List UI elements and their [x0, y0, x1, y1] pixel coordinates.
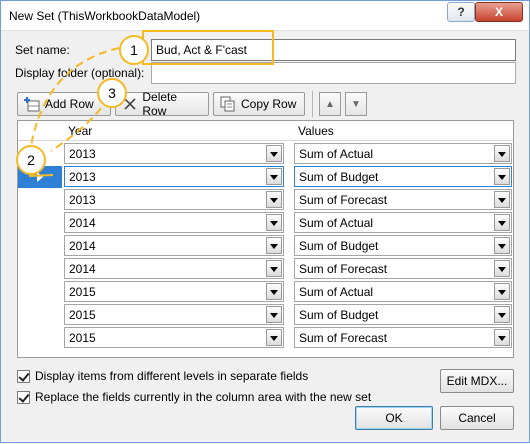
values-combo[interactable]: Sum of Actual	[294, 281, 512, 302]
values-combo[interactable]: Sum of Budget	[294, 166, 512, 187]
title-bar: New Set (ThisWorkbookDataModel) ? X	[1, 1, 529, 31]
values-combo[interactable]: Sum of Forecast	[294, 327, 512, 348]
ok-button[interactable]: OK	[355, 406, 433, 430]
year-combo[interactable]: 2015	[64, 327, 284, 348]
values-combo-value: Sum of Budget	[299, 170, 379, 184]
dropdown-arrow-icon[interactable]	[494, 306, 510, 323]
dropdown-arrow-icon[interactable]	[494, 214, 510, 231]
year-combo-value: 2013	[69, 170, 96, 184]
year-combo-value: 2015	[69, 308, 96, 322]
window-title: New Set (ThisWorkbookDataModel)	[9, 9, 201, 23]
row-selector[interactable]	[18, 327, 62, 349]
dropdown-arrow-icon[interactable]	[494, 329, 510, 346]
row-selector[interactable]	[18, 212, 62, 234]
current-row-indicator-icon	[37, 172, 43, 182]
dropdown-arrow-icon[interactable]	[266, 214, 282, 231]
dropdown-arrow-icon[interactable]	[266, 145, 282, 162]
row-selector[interactable]	[18, 304, 62, 326]
cancel-button[interactable]: Cancel	[440, 406, 514, 430]
close-button[interactable]: X	[475, 2, 523, 22]
dropdown-arrow-icon[interactable]	[494, 145, 510, 162]
dropdown-arrow-icon[interactable]	[266, 329, 282, 346]
values-combo-value: Sum of Budget	[299, 308, 379, 322]
year-combo[interactable]: 2014	[64, 235, 284, 256]
down-arrow-icon: ▼	[351, 98, 361, 110]
display-folder-input[interactable]	[151, 62, 516, 84]
dropdown-arrow-icon[interactable]	[494, 260, 510, 277]
dropdown-arrow-icon[interactable]	[266, 191, 282, 208]
values-combo[interactable]: Sum of Budget	[294, 304, 512, 325]
move-down-button[interactable]: ▼	[345, 92, 367, 116]
year-combo[interactable]: 2013	[64, 166, 284, 187]
values-combo[interactable]: Sum of Forecast	[294, 258, 512, 279]
dropdown-arrow-icon[interactable]	[266, 283, 282, 300]
set-rows-grid: Year Values 2013 Sum of Actual 2013 Sum of …	[17, 120, 514, 358]
replace-fields-checkbox[interactable]	[17, 391, 30, 404]
year-combo-value: 2014	[69, 262, 96, 276]
year-combo[interactable]: 2014	[64, 258, 284, 279]
values-combo[interactable]: Sum of Actual	[294, 143, 512, 164]
up-arrow-icon: ▲	[325, 98, 335, 110]
dropdown-arrow-icon[interactable]	[266, 306, 282, 323]
values-combo[interactable]: Sum of Forecast	[294, 189, 512, 210]
row-selector[interactable]	[18, 235, 62, 257]
values-combo-value: Sum of Forecast	[299, 262, 388, 276]
edit-mdx-button[interactable]: Edit MDX...	[440, 369, 514, 393]
new-set-dialog: New Set (ThisWorkbookDataModel) ? X Set …	[0, 0, 530, 443]
column-header-year: Year	[68, 124, 93, 138]
copy-row-label: Copy Row	[241, 97, 297, 111]
delete-row-label: Delete Row	[142, 90, 178, 118]
move-up-button[interactable]: ▲	[319, 92, 341, 116]
dropdown-arrow-icon[interactable]	[266, 168, 282, 185]
set-name-input[interactable]: Bud, Act & F'cast	[151, 39, 516, 61]
callout-1: 1	[119, 35, 149, 65]
delete-row-button[interactable]: Delete Row	[115, 90, 209, 118]
dropdown-arrow-icon[interactable]	[494, 283, 510, 300]
add-row-icon	[24, 96, 40, 112]
year-combo-value: 2015	[69, 331, 96, 345]
year-combo-value: 2015	[69, 285, 96, 299]
dropdown-arrow-icon[interactable]	[266, 260, 282, 277]
separate-fields-label: Display items from different levels in s…	[35, 369, 309, 383]
dropdown-arrow-icon[interactable]	[494, 237, 510, 254]
year-combo[interactable]: 2015	[64, 281, 284, 302]
values-combo-value: Sum of Budget	[299, 239, 379, 253]
display-folder-label: Display folder (optional):	[15, 66, 145, 80]
copy-icon	[220, 96, 236, 112]
row-selector[interactable]	[18, 189, 62, 211]
dropdown-arrow-icon[interactable]	[266, 237, 282, 254]
year-combo-value: 2013	[69, 147, 96, 161]
set-name-label: Set name:	[15, 43, 70, 57]
year-combo-value: 2013	[69, 193, 96, 207]
add-row-label: Add Row	[45, 97, 94, 111]
values-combo-value: Sum of Actual	[299, 147, 374, 161]
values-combo-value: Sum of Actual	[299, 285, 374, 299]
toolbar-separator	[312, 91, 313, 117]
callout-3: 3	[97, 78, 127, 108]
copy-row-button[interactable]: Copy Row	[213, 92, 305, 116]
year-combo-value: 2014	[69, 239, 96, 253]
replace-fields-label: Replace the fields currently in the colu…	[35, 390, 372, 404]
column-header-values: Values	[298, 124, 334, 138]
year-combo-value: 2014	[69, 216, 96, 230]
row-selector[interactable]	[18, 258, 62, 280]
year-combo[interactable]: 2015	[64, 304, 284, 325]
values-combo-value: Sum of Forecast	[299, 331, 388, 345]
values-combo-value: Sum of Forecast	[299, 193, 388, 207]
values-combo[interactable]: Sum of Actual	[294, 212, 512, 233]
values-combo-value: Sum of Actual	[299, 216, 374, 230]
dropdown-arrow-icon[interactable]	[494, 168, 510, 185]
row-selector[interactable]	[18, 281, 62, 303]
year-combo[interactable]: 2014	[64, 212, 284, 233]
year-combo[interactable]: 2013	[64, 143, 284, 164]
help-button[interactable]: ?	[447, 2, 475, 22]
values-combo[interactable]: Sum of Budget	[294, 235, 512, 256]
callout-2: 2	[16, 145, 46, 175]
grid-header: Year Values	[18, 121, 513, 141]
dropdown-arrow-icon[interactable]	[494, 191, 510, 208]
year-combo[interactable]: 2013	[64, 189, 284, 210]
separate-fields-checkbox[interactable]	[17, 370, 30, 383]
